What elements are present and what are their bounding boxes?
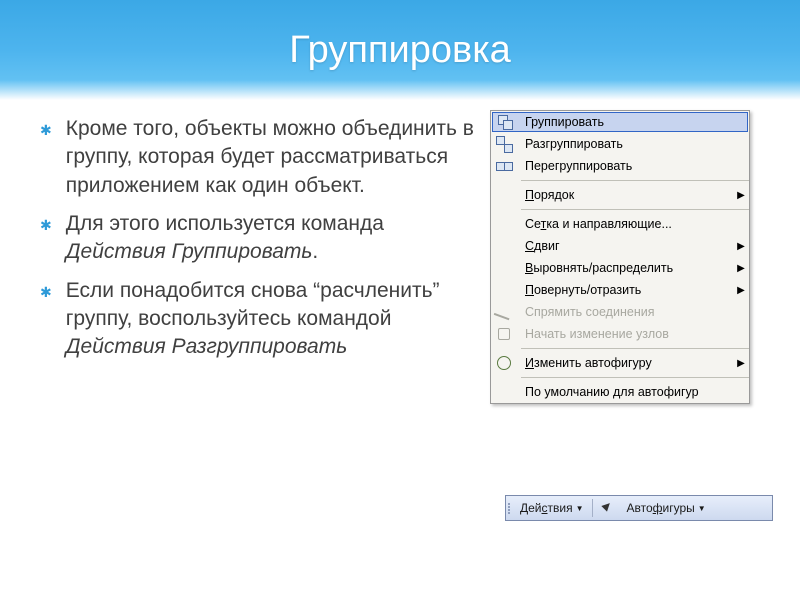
- menu-item-group[interactable]: Группировать: [492, 112, 748, 132]
- menu-item-align[interactable]: Выровнять/распределить ▶: [491, 257, 749, 279]
- menu-label: Выровнять/распределить: [517, 261, 733, 275]
- menu-separator: [521, 180, 749, 181]
- ungroup-icon: [496, 136, 512, 152]
- menu-item-defaults[interactable]: По умолчанию для автофигур: [491, 381, 749, 403]
- bullet-text: Кроме того, объекты можно объединить в г…: [66, 115, 480, 200]
- bulleted-text: ✱ Кроме того, объекты можно объединить в…: [40, 110, 480, 404]
- slide-title: Группировка: [289, 29, 511, 72]
- toolbar-label: Действия: [520, 501, 573, 515]
- submenu-arrow-icon: ▶: [733, 358, 749, 369]
- menu-item-change-autoshape[interactable]: Изменить автофигуру ▶: [491, 352, 749, 374]
- menu-label: Группировать: [517, 115, 747, 129]
- bullet-star-icon: ✱: [40, 283, 52, 362]
- group-icon: [497, 114, 513, 130]
- menu-label: Спрямить соединения: [517, 305, 749, 319]
- bullet-text: Если понадобится снова “расчленить” груп…: [66, 277, 480, 362]
- menu-label: Начать изменение узлов: [517, 327, 749, 341]
- dropdown-arrow-icon: ▼: [698, 504, 706, 513]
- menu-item-regroup[interactable]: Перегруппировать: [491, 155, 749, 177]
- drawing-toolbar: Действия ▼ Автофигуры ▼: [505, 495, 773, 521]
- regroup-icon: [496, 158, 512, 174]
- menu-label: Порядок: [517, 188, 733, 202]
- menu-separator: [521, 348, 749, 349]
- menu-label: По умолчанию для автофигур: [517, 385, 749, 399]
- menu-item-straighten: Спрямить соединения: [491, 301, 749, 323]
- menu-label: Повернуть/отразить: [517, 283, 733, 297]
- submenu-arrow-icon: ▶: [733, 241, 749, 252]
- bullet-item: ✱ Если понадобится снова “расчленить” гр…: [40, 277, 480, 362]
- submenu-arrow-icon: ▶: [733, 190, 749, 201]
- slide-header: Группировка: [0, 0, 800, 100]
- menu-separator: [521, 377, 749, 378]
- actions-context-menu: Группировать Разгруппировать Перегруппир…: [490, 110, 750, 404]
- menu-item-editpoints: Начать изменение узлов: [491, 323, 749, 345]
- submenu-arrow-icon: ▶: [733, 263, 749, 274]
- bullet-item: ✱ Кроме того, объекты можно объединить в…: [40, 115, 480, 200]
- context-menu-screenshot: Группировать Разгруппировать Перегруппир…: [490, 110, 770, 404]
- menu-label: Разгруппировать: [517, 137, 749, 151]
- menu-item-nudge[interactable]: Сдвиг ▶: [491, 235, 749, 257]
- menu-label: Перегруппировать: [517, 159, 749, 173]
- menu-label: Изменить автофигуру: [517, 356, 733, 370]
- submenu-arrow-icon: ▶: [733, 285, 749, 296]
- toolbar-autoshapes-button[interactable]: Автофигуры ▼: [621, 497, 712, 519]
- menu-label: Сдвиг: [517, 239, 733, 253]
- change-shape-icon: [496, 355, 512, 371]
- menu-label: Сетка и направляющие...: [517, 217, 749, 231]
- menu-separator: [521, 209, 749, 210]
- bullet-star-icon: ✱: [40, 216, 52, 267]
- bullet-item: ✱ Для этого используется команда Действи…: [40, 210, 480, 267]
- edit-points-icon: [496, 326, 512, 342]
- menu-item-grid[interactable]: Сетка и направляющие...: [491, 213, 749, 235]
- slide-body: ✱ Кроме того, объекты можно объединить в…: [0, 100, 800, 404]
- bullet-star-icon: ✱: [40, 121, 52, 200]
- bullet-text: Для этого используется команда Действия …: [66, 210, 480, 267]
- menu-item-ungroup[interactable]: Разгруппировать: [491, 133, 749, 155]
- pointer-icon: [601, 501, 615, 515]
- dropdown-arrow-icon: ▼: [576, 504, 584, 513]
- toolbar-select-button[interactable]: [595, 497, 621, 519]
- menu-item-order[interactable]: Порядок ▶: [491, 184, 749, 206]
- menu-item-rotate[interactable]: Повернуть/отразить ▶: [491, 279, 749, 301]
- toolbar-grip-icon[interactable]: [506, 496, 514, 520]
- toolbar-actions-button[interactable]: Действия ▼: [514, 497, 590, 519]
- straighten-icon: [494, 300, 515, 321]
- toolbar-label: Автофигуры: [627, 501, 695, 515]
- toolbar-separator: [592, 499, 593, 517]
